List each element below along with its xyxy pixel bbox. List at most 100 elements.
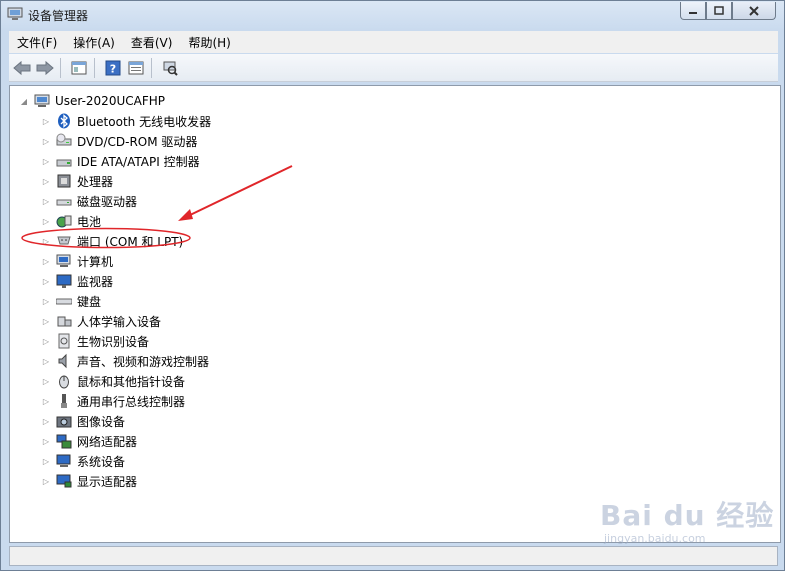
toolbar-separator	[151, 57, 152, 78]
toolbar: ?	[9, 54, 778, 82]
maximize-button[interactable]	[706, 2, 732, 20]
expand-arrow-icon[interactable]: ▷	[40, 195, 52, 207]
help-button[interactable]: ?	[103, 58, 123, 78]
menu-help[interactable]: 帮助(H)	[180, 34, 238, 51]
tree-node-label: DVD/CD-ROM 驱动器	[77, 134, 198, 149]
device-manager-icon	[7, 7, 23, 21]
tree-node-label: Bluetooth 无线电收发器	[77, 114, 212, 129]
expand-arrow-icon[interactable]: ▷	[40, 135, 52, 147]
show-hide-console-tree-button[interactable]	[69, 58, 89, 78]
port-icon	[56, 233, 72, 249]
computer-icon	[56, 253, 72, 269]
tree-node-label: 计算机	[77, 254, 114, 269]
scan-hardware-icon	[163, 61, 178, 76]
expand-arrow-icon[interactable]: ▷	[40, 335, 52, 347]
sound-icon	[56, 353, 72, 369]
tree-node[interactable]: ▷ 图像设备	[40, 412, 125, 430]
processor-icon	[56, 173, 72, 189]
toolbar-separator	[94, 57, 95, 78]
menu-view[interactable]: 查看(V)	[123, 34, 181, 51]
tree-node-label: 磁盘驱动器	[77, 194, 138, 209]
window-title: 设备管理器	[28, 9, 89, 23]
expand-arrow-icon[interactable]: ▷	[40, 115, 52, 127]
device-tree-panel[interactable]: ◢ User-2020UCAFHP ▷ Bluetooth 无线电收发器 ▷ DVD/…	[9, 85, 781, 543]
bluetooth-icon	[56, 113, 72, 129]
forward-button[interactable]	[35, 58, 55, 78]
display-icon	[56, 473, 72, 489]
collapse-arrow-icon[interactable]: ◢	[18, 95, 30, 107]
tree-node-label: 系统设备	[77, 454, 126, 469]
minimize-icon	[689, 11, 697, 14]
tree-node[interactable]: ▷ 计算机	[40, 252, 113, 270]
close-button[interactable]	[732, 2, 776, 20]
tree-node-label: 处理器	[77, 174, 114, 189]
biometric-icon	[56, 333, 72, 349]
expand-arrow-icon[interactable]: ▷	[40, 355, 52, 367]
tree-node[interactable]: ▷ 电池	[40, 212, 101, 230]
tree-node-label: 端口 (COM 和 LPT)	[77, 234, 184, 249]
tree-node[interactable]: ▷ 监视器	[40, 272, 113, 290]
battery-icon	[56, 213, 72, 229]
tree-node[interactable]: ▷ 键盘	[40, 292, 101, 310]
expand-arrow-icon[interactable]: ▷	[40, 155, 52, 167]
expand-arrow-icon[interactable]: ▷	[40, 315, 52, 327]
tree-node[interactable]: ▷ 生物识别设备	[40, 332, 149, 350]
tree-node[interactable]: ▷ 处理器	[40, 172, 113, 190]
title-bar[interactable]: 设备管理器	[1, 1, 784, 29]
tree-node[interactable]: ▷ DVD/CD-ROM 驱动器	[40, 132, 197, 150]
menu-file[interactable]: 文件(F)	[9, 34, 65, 51]
expand-arrow-icon[interactable]: ▷	[40, 475, 52, 487]
tree-node[interactable]: ▷ 显示适配器	[40, 472, 137, 490]
tree-root-label: User-2020UCAFHP	[55, 94, 165, 108]
menu-action[interactable]: 操作(A)	[65, 34, 123, 51]
tree-node[interactable]: ▷ 系统设备	[40, 452, 125, 470]
expand-arrow-icon[interactable]: ▷	[40, 235, 52, 247]
network-icon	[56, 433, 72, 449]
tree-node[interactable]: ▷ 声音、视频和游戏控制器	[40, 352, 209, 370]
status-bar	[9, 546, 778, 566]
dvd-drive-icon	[56, 133, 72, 149]
tree-node-label: 人体学输入设备	[77, 314, 162, 329]
tree-node-label: 电池	[77, 214, 102, 229]
expand-arrow-icon[interactable]: ▷	[40, 295, 52, 307]
expand-arrow-icon[interactable]: ▷	[40, 455, 52, 467]
tree-node[interactable]: ▷ 鼠标和其他指针设备	[40, 372, 185, 390]
tree-node[interactable]: ▷ 磁盘驱动器	[40, 192, 137, 210]
keyboard-icon	[56, 293, 72, 309]
tree-node[interactable]: ▷ 网络适配器	[40, 432, 137, 450]
tree-node[interactable]: ▷ 人体学输入设备	[40, 312, 161, 330]
minimize-button[interactable]	[680, 2, 706, 20]
watermark-url: jingyan.baidu.com	[604, 532, 706, 545]
expand-arrow-icon[interactable]: ▷	[40, 175, 52, 187]
svg-text:?: ?	[110, 62, 116, 75]
tree-node-label: 显示适配器	[77, 474, 138, 489]
tree-node[interactable]: ▷ 通用串行总线控制器	[40, 392, 185, 410]
expand-arrow-icon[interactable]: ▷	[40, 215, 52, 227]
menu-bar: 文件(F) 操作(A) 查看(V) 帮助(H)	[9, 31, 778, 53]
computer-root-icon	[34, 93, 50, 109]
monitor-icon	[56, 273, 72, 289]
device-manager-window: 设备管理器 文件(F) 操作(A) 查看(V) 帮助(H) ? ◢ User-2…	[0, 0, 785, 571]
tree-node-label: 键盘	[77, 294, 102, 309]
usb-icon	[56, 393, 72, 409]
imaging-icon	[56, 413, 72, 429]
expand-arrow-icon[interactable]: ▷	[40, 375, 52, 387]
expand-arrow-icon[interactable]: ▷	[40, 415, 52, 427]
expand-arrow-icon[interactable]: ▷	[40, 275, 52, 287]
scan-hardware-button[interactable]	[160, 58, 180, 78]
expand-arrow-icon[interactable]: ▷	[40, 395, 52, 407]
toolbar-separator	[60, 57, 61, 78]
tree-node[interactable]: ▷ 端口 (COM 和 LPT)	[40, 232, 183, 250]
tree-node-label: 监视器	[77, 274, 114, 289]
disk-drive-icon	[56, 193, 72, 209]
back-button[interactable]	[12, 58, 32, 78]
tree-root[interactable]: ◢ User-2020UCAFHP	[18, 92, 165, 110]
expand-arrow-icon[interactable]: ▷	[40, 435, 52, 447]
properties-icon	[128, 61, 144, 74]
expand-arrow-icon[interactable]: ▷	[40, 255, 52, 267]
tree-node[interactable]: ▷ Bluetooth 无线电收发器	[40, 112, 211, 130]
tree-node[interactable]: ▷ IDE ATA/ATAPI 控制器	[40, 152, 200, 170]
watermark-logo: Bai du 经验	[600, 499, 775, 532]
properties-button[interactable]	[126, 58, 146, 78]
forward-arrow-icon	[36, 60, 54, 75]
